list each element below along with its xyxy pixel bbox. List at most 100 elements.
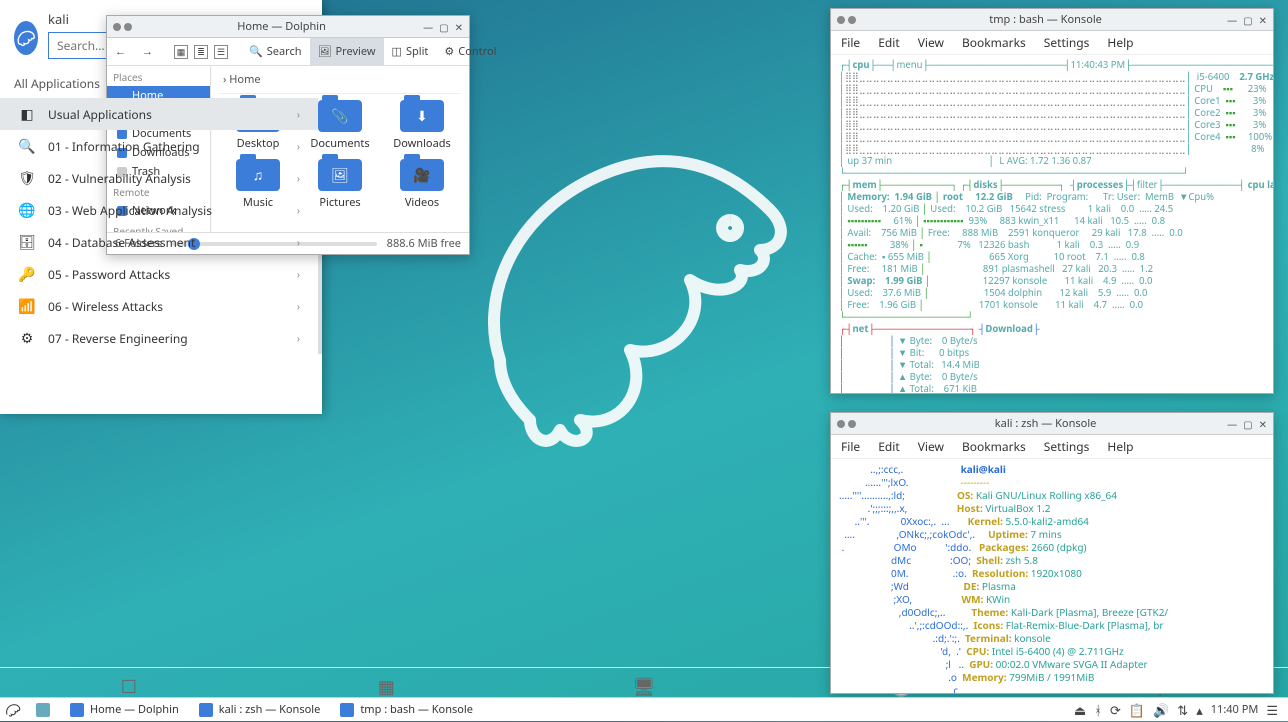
view-mode-buttons[interactable]: ▦≣☰ [165,38,237,66]
updates-icon[interactable]: ⟳ [1110,701,1121,719]
zsh-terminal[interactable]: ..,;:ccc,. kali@kali ......''';lxO. ----… [831,459,1273,693]
category-icon: ◧ [18,105,36,123]
category-icon: 🌐 [18,201,36,219]
task-icon [199,703,213,717]
category-icon: ⚙ [18,329,36,347]
gear-icon: ⚙ [444,44,454,59]
clipboard-icon[interactable]: 📋 [1129,701,1145,719]
chevron-right-icon: › [297,203,300,217]
notifications-icon[interactable]: ☰ [1266,701,1278,719]
menu-settings[interactable]: Settings [1044,34,1090,51]
maximize-icon[interactable]: ▢ [1243,13,1252,27]
category-label: Usual Applications [48,106,152,123]
category-icon: 🗄 [18,233,36,251]
category-item[interactable]: ◧Usual Applications› [0,98,318,130]
folder-downloads[interactable]: ⬇Downloads [383,100,461,151]
category-item[interactable]: 🔍01 - Information Gathering› [0,130,318,162]
minimize-icon[interactable]: — [423,20,433,34]
volume-icon[interactable]: 🔊 [1153,701,1169,719]
nav-back-button[interactable]: ← [107,38,134,66]
chevron-right-icon: › [297,267,300,281]
usb-icon[interactable]: ⏏ [1074,701,1086,719]
menu-help[interactable]: Help [1107,34,1133,51]
konsole-menubar: File Edit View Bookmarks Settings Help [831,435,1273,459]
search-icon: 🔍 [249,44,263,59]
category-item[interactable]: 📶06 - Wireless Attacks› [0,290,318,322]
folder-icon: 🖼 [318,159,362,191]
minimize-icon[interactable]: — [1227,13,1237,27]
btop-terminal[interactable]: ┌┤cpu├──┤menu├────────────────────┤11:40… [831,55,1273,393]
folder-label: Downloads [383,136,461,151]
category-item[interactable]: 🗄04 - Database Assessment› [0,226,318,258]
app-launcher-button[interactable] [0,698,26,722]
menu-bookmarks[interactable]: Bookmarks [962,438,1026,455]
chevron-right-icon: › [297,235,300,249]
dolphin-titlebar[interactable]: Home — Dolphin — ▢ ✕ [107,16,469,38]
menu-edit[interactable]: Edit [878,34,899,51]
category-icon: 🛡 [18,169,36,187]
minimize-icon[interactable]: — [1227,417,1237,431]
konsole-btop-window: tmp : bash — Konsole —▢✕ FileEditViewBoo… [830,8,1274,394]
menu-view[interactable]: View [918,34,944,51]
show-desktop-button[interactable] [26,698,60,722]
category-label: 07 - Reverse Engineering [48,330,188,347]
category-icon: 🔑 [18,265,36,283]
task-button[interactable]: Home — Dolphin [60,698,189,722]
menu-edit[interactable]: Edit [878,438,899,455]
task-icon [340,703,354,717]
clock[interactable]: 11:40 PM [1211,702,1259,717]
window-buttons[interactable]: — ▢ ✕ [423,20,463,34]
chevron-right-icon: › [297,299,300,313]
split-button[interactable]: ◫Split [384,38,437,66]
task-icon [70,703,84,717]
category-label: 03 - Web Application Analysis [48,202,212,219]
control-button[interactable]: ⚙Control [436,38,504,66]
close-icon[interactable]: ✕ [1259,417,1267,431]
taskbar: Home — Dolphin kali : zsh — Konsole tmp : … [0,697,1288,721]
category-item[interactable]: 🌐 03 - Web Application Analysis › [0,194,318,226]
category-item[interactable]: 🛡02 - Vulnerability Analysis› [0,162,318,194]
kali-logo-icon [4,701,22,719]
category-label: 06 - Wireless Attacks [48,298,163,315]
category-label: 05 - Password Attacks [48,266,170,283]
konsole-zsh-window: kali : zsh — Konsole — ▢ ✕ File Edit View Boo… [830,412,1274,694]
breadcrumb[interactable]: › Home [219,70,461,94]
close-icon[interactable]: ✕ [455,20,463,34]
footer-icon: ☐ [121,675,137,699]
menu-view[interactable]: View [918,438,944,455]
task-button[interactable]: tmp : bash — Konsole [330,698,483,722]
konsole-zsh-title: kali : zsh — Konsole [864,416,1227,431]
bluetooth-icon[interactable]: ᚼ [1094,701,1102,719]
menu-file[interactable]: File [841,438,860,455]
nav-fwd-button[interactable]: → [134,38,161,66]
folder-videos[interactable]: 🎥Videos [383,159,461,210]
task-label: kali : zsh — Konsole [219,702,321,717]
network-tray-icon[interactable]: ⇅ [1177,701,1188,719]
footer-icon: 🖥 [633,675,656,699]
menu-help[interactable]: Help [1107,438,1133,455]
category-label: 02 - Vulnerability Analysis [48,170,191,187]
split-icon: ◫ [392,44,402,59]
close-icon[interactable]: ✕ [1259,13,1267,27]
menu-settings[interactable]: Settings [1044,438,1090,455]
system-tray: ⏏ ᚼ ⟳ 📋 🔊 ⇅ ▴ 11:40 PM ☰ [1064,701,1288,719]
category-icon: 🔍 [18,137,36,155]
maximize-icon[interactable]: ▢ [439,20,448,34]
preview-button[interactable]: 🖼Preview [310,38,384,66]
maximize-icon[interactable]: ▢ [1243,417,1252,431]
category-item[interactable]: 🔑 05 - Password Attacks › [0,258,318,290]
search-button[interactable]: 🔍Search [241,38,310,66]
konsole-menubar: File Edit View Bookmarks Settings Help [831,31,1273,55]
wallpaper-dragon [470,100,810,480]
konsole-zsh-titlebar[interactable]: kali : zsh — Konsole — ▢ ✕ [831,413,1273,435]
konsole-btop-titlebar[interactable]: tmp : bash — Konsole —▢✕ [831,9,1273,31]
tray-expand-icon[interactable]: ▴ [1196,701,1203,719]
user-avatar[interactable] [14,21,38,55]
category-item[interactable]: ⚙07 - Reverse Engineering› [0,322,318,354]
task-button[interactable]: kali : zsh — Konsole [189,698,331,722]
menu-file[interactable]: File [841,34,860,51]
places-header: Places [107,66,210,86]
footer-icon: ▦ [378,675,395,699]
dolphin-title: Home — Dolphin [140,19,423,34]
menu-bookmarks[interactable]: Bookmarks [962,34,1026,51]
